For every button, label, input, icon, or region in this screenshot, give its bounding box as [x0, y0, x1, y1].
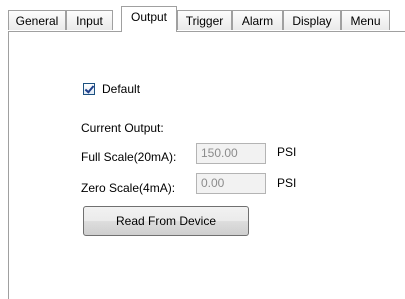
default-checkbox-label: Default: [102, 82, 141, 96]
full-scale-label: Full Scale(20mA):: [81, 150, 177, 164]
tab-general[interactable]: General: [8, 10, 66, 30]
tab-display[interactable]: Display: [283, 10, 341, 30]
zero-scale-unit: PSI: [277, 176, 297, 190]
output-tab-panel: [8, 31, 405, 299]
default-checkbox[interactable]: [83, 83, 95, 95]
tab-input[interactable]: Input: [66, 10, 113, 30]
zero-scale-label: Zero Scale(4mA):: [81, 181, 176, 195]
current-output-label: Current Output:: [81, 121, 164, 135]
tab-trigger[interactable]: Trigger: [177, 10, 232, 30]
tab-output[interactable]: Output: [121, 6, 177, 32]
zero-scale-field[interactable]: 0.00: [196, 173, 266, 194]
tab-menu[interactable]: Menu: [341, 10, 390, 30]
default-checkbox-row[interactable]: Default: [83, 82, 140, 96]
tab-strip: General Input Output Trigger Alarm Displ…: [0, 0, 405, 32]
full-scale-field[interactable]: 150.00: [196, 143, 266, 164]
tab-alarm[interactable]: Alarm: [232, 10, 283, 30]
read-from-device-button[interactable]: Read From Device: [83, 206, 249, 236]
full-scale-unit: PSI: [277, 145, 297, 159]
